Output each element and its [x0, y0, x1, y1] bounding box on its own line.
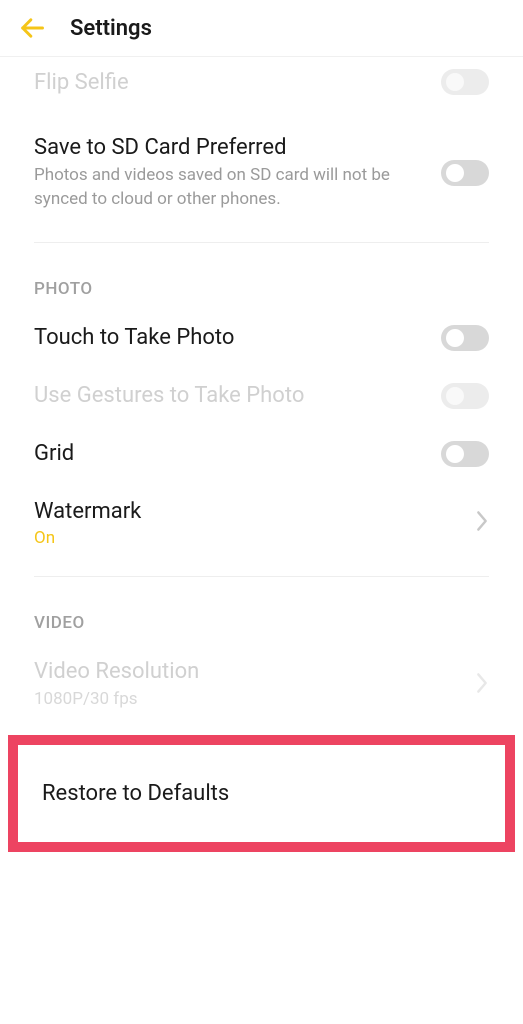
watermark-value: On: [34, 528, 475, 548]
video-resolution-label: Video Resolution: [34, 659, 475, 684]
chevron-right-icon: [475, 510, 489, 536]
touch-photo-row[interactable]: Touch to Take Photo: [0, 309, 523, 367]
restore-label: Restore to Defaults: [42, 781, 481, 806]
divider: [34, 576, 489, 577]
grid-label: Grid: [34, 441, 441, 466]
flip-selfie-toggle: [441, 69, 489, 95]
grid-row[interactable]: Grid: [0, 425, 523, 483]
section-header-photo: PHOTO: [0, 255, 523, 309]
sd-card-row[interactable]: Save to SD Card Preferred Photos and vid…: [0, 111, 523, 230]
touch-photo-toggle[interactable]: [441, 325, 489, 351]
grid-toggle[interactable]: [441, 441, 489, 467]
gestures-row: Use Gestures to Take Photo: [0, 367, 523, 425]
chevron-right-icon: [475, 672, 489, 698]
watermark-row[interactable]: Watermark On: [0, 483, 523, 564]
sd-card-subtitle: Photos and videos saved on SD card will …: [34, 164, 414, 212]
restore-highlight: Restore to Defaults: [8, 735, 515, 852]
flip-selfie-label: Flip Selfie: [34, 70, 441, 95]
header: Settings: [0, 0, 523, 57]
divider: [34, 242, 489, 243]
gestures-toggle: [441, 383, 489, 409]
touch-photo-label: Touch to Take Photo: [34, 325, 441, 350]
section-header-video: VIDEO: [0, 589, 523, 643]
video-resolution-value: 1080P/30 fps: [34, 688, 414, 712]
page-title: Settings: [70, 16, 152, 41]
settings-list: Flip Selfie Save to SD Card Preferred Ph…: [0, 57, 523, 852]
watermark-label: Watermark: [34, 499, 475, 524]
back-arrow-icon[interactable]: [18, 14, 46, 42]
video-resolution-row: Video Resolution 1080P/30 fps: [0, 643, 523, 728]
restore-defaults-row[interactable]: Restore to Defaults: [18, 759, 505, 828]
flip-selfie-row: Flip Selfie: [0, 57, 523, 111]
sd-card-label: Save to SD Card Preferred: [34, 135, 441, 160]
gestures-label: Use Gestures to Take Photo: [34, 383, 441, 408]
sd-card-toggle[interactable]: [441, 160, 489, 186]
